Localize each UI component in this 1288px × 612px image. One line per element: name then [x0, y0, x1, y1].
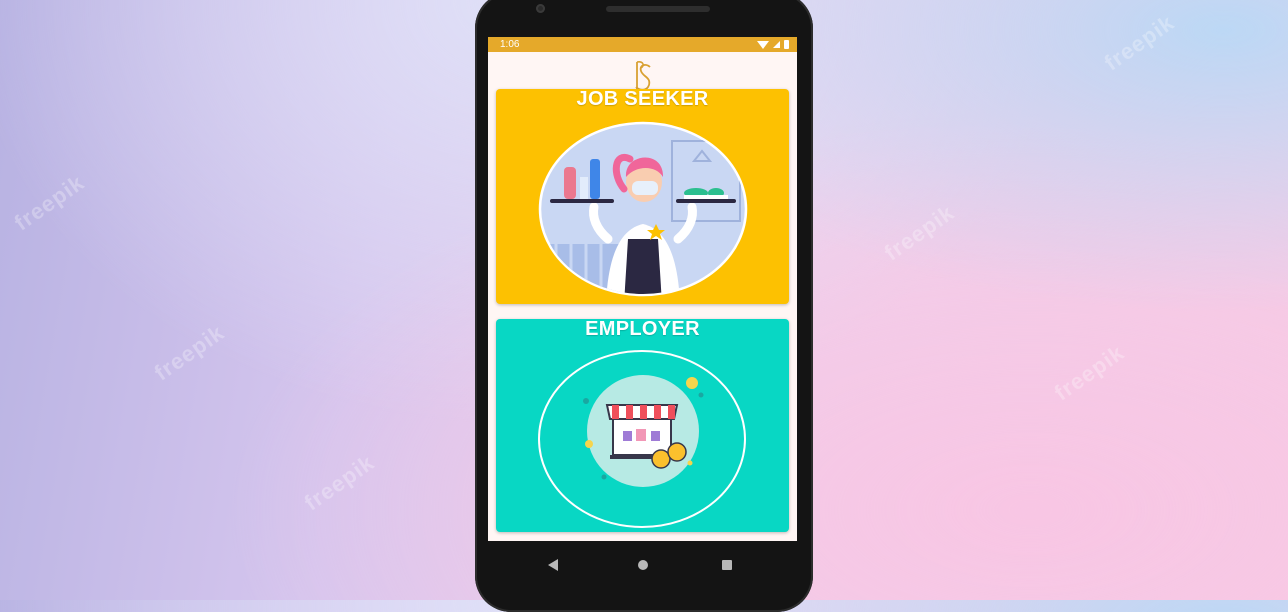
watermark: freepik [9, 169, 89, 236]
app-screen: 1:06 JOB SEEKER EMPLOYER [488, 37, 797, 541]
signal-icon [773, 41, 780, 48]
employer-title: EMPLOYER [585, 319, 700, 340]
shop-illustration [538, 350, 746, 528]
job-seeker-title: JOB SEEKER [576, 89, 709, 110]
home-icon[interactable] [638, 560, 648, 570]
battery-icon [784, 40, 789, 49]
status-bar: 1:06 [488, 37, 797, 52]
wifi-icon [757, 40, 769, 49]
watermark: freepik [149, 319, 229, 386]
status-time: 1:06 [500, 39, 520, 50]
front-camera [536, 4, 545, 13]
watermark: freepik [1049, 339, 1129, 406]
employer-card[interactable]: EMPLOYER [496, 319, 789, 532]
waitress-illustration [538, 121, 748, 297]
watermark: freepik [299, 449, 379, 516]
back-icon[interactable] [548, 559, 558, 571]
nav-bar [475, 549, 813, 579]
watermark: freepik [879, 199, 959, 266]
status-icons [757, 40, 789, 49]
phone-frame: 1:06 JOB SEEKER EMPLOYER [475, 0, 813, 612]
job-seeker-card[interactable]: JOB SEEKER [496, 89, 789, 304]
recents-icon[interactable] [722, 560, 732, 570]
earpiece-speaker [606, 6, 710, 12]
watermark: freepik [1099, 9, 1179, 76]
